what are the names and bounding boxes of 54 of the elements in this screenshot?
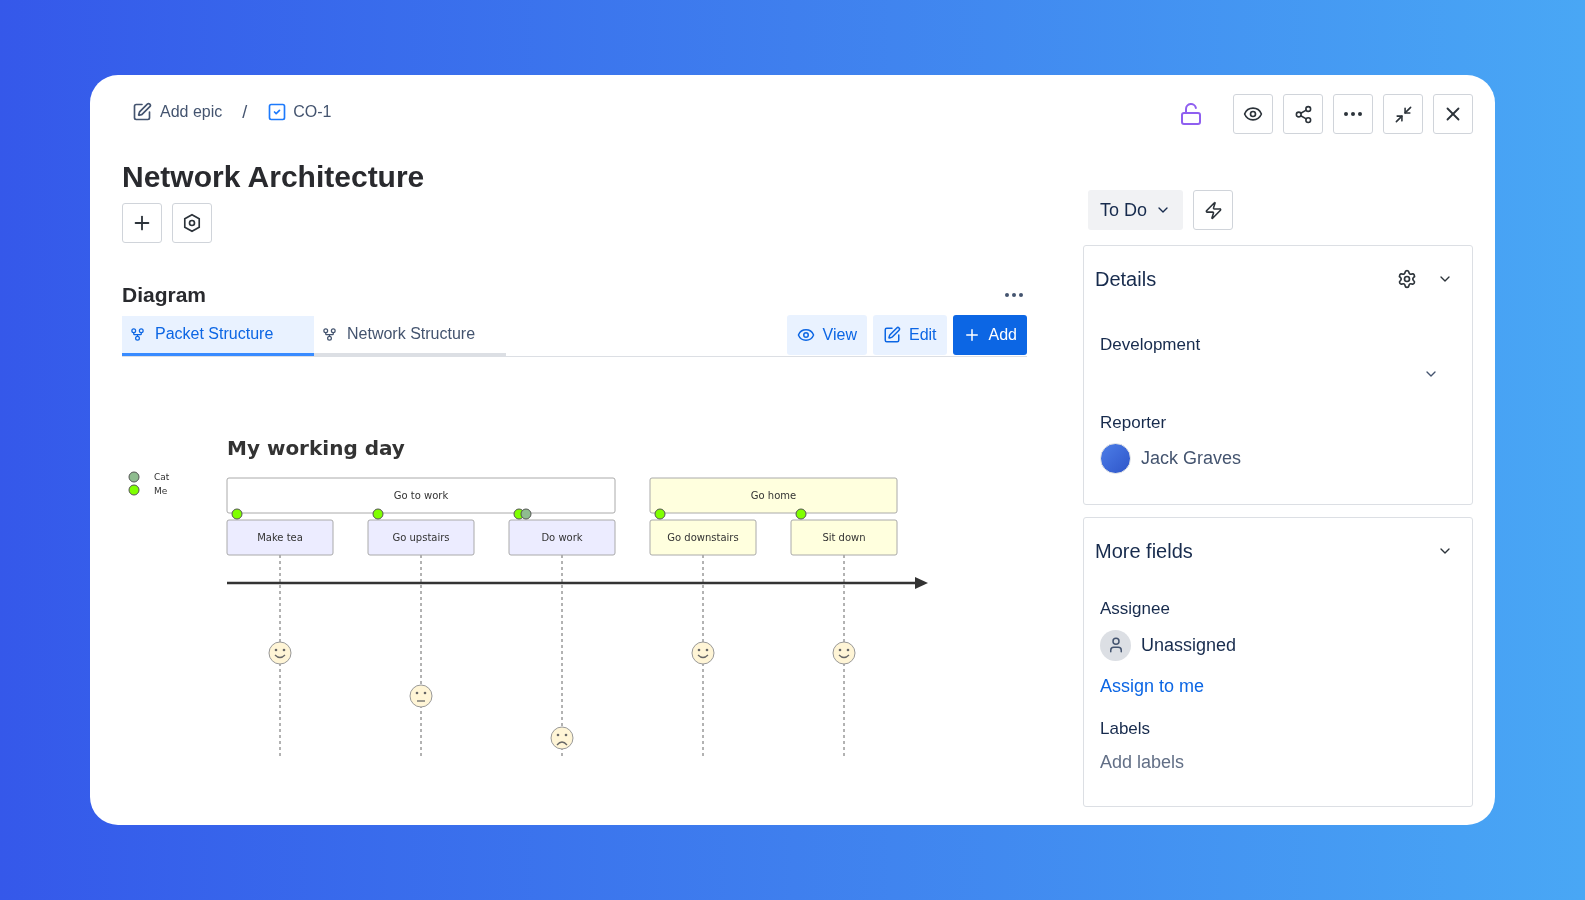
legend-label: Cat [154, 471, 170, 482]
hexagon-icon [182, 213, 202, 233]
share-icon [1293, 104, 1313, 124]
section-label: Go home [750, 489, 797, 501]
reporter-name: Jack Graves [1141, 447, 1242, 470]
ellipsis-icon [1344, 112, 1362, 116]
field-label: Assignee [1100, 598, 1171, 620]
edit-button[interactable]: Edit [872, 314, 947, 355]
pencil-square-icon [132, 102, 152, 122]
field-label: Development [1100, 334, 1202, 356]
unlocked-lock-icon[interactable] [1179, 102, 1203, 126]
breadcrumb-separator: / [242, 100, 248, 124]
lightning-icon [1203, 200, 1223, 220]
assignee-value: Unassigned [1141, 633, 1237, 657]
fork-icon [322, 326, 337, 342]
section-heading: Diagram [122, 282, 207, 308]
task-label: Do work [541, 531, 583, 543]
pencil-square-icon [882, 325, 901, 344]
task-label: Sit down [822, 531, 866, 543]
minimize-button[interactable] [1383, 94, 1423, 134]
task-label: Go downstairs [667, 531, 739, 543]
view-button[interactable]: View [786, 314, 867, 355]
task-label: Go upstairs [392, 531, 450, 543]
panel-title: More fields [1095, 539, 1193, 564]
ellipsis-icon [1005, 292, 1023, 297]
task-label: Make tea [257, 531, 303, 543]
close-button[interactable] [1433, 94, 1473, 134]
diagram-tab[interactable]: Network Structure [314, 315, 506, 356]
more-button[interactable] [1333, 94, 1373, 134]
diagram-title: My working day [227, 435, 405, 460]
labels-field[interactable]: Add labels [1100, 749, 1400, 776]
diagram-tab[interactable]: Packet Structure [122, 315, 314, 356]
legend-label: Me [154, 485, 168, 496]
watch-button[interactable] [1233, 94, 1273, 134]
field-label: Reporter [1100, 411, 1168, 434]
add-button[interactable] [122, 203, 162, 243]
add-epic-link[interactable]: Add epic [132, 100, 223, 124]
issue-key-link[interactable]: CO-1 [267, 100, 332, 124]
section-label: Go to work [393, 489, 449, 501]
status-dropdown[interactable]: To Do [1088, 190, 1184, 230]
assign-to-me-link[interactable]: Assign to me [1100, 672, 1205, 700]
minimize-icon [1393, 104, 1413, 124]
avatar [1100, 443, 1131, 474]
field-label: Labels [1100, 717, 1152, 740]
settings-icon[interactable] [1397, 269, 1417, 289]
add-button[interactable]: Add [952, 314, 1027, 355]
share-button[interactable] [1283, 94, 1323, 134]
eye-icon [1243, 104, 1263, 124]
panel-title: Details [1095, 267, 1157, 292]
automation-button[interactable] [1193, 190, 1234, 230]
fork-icon [130, 326, 145, 342]
checkbox-icon [267, 102, 288, 122]
hexagon-settings-button[interactable] [172, 203, 212, 243]
issue-title: Network Architecture [122, 159, 426, 195]
